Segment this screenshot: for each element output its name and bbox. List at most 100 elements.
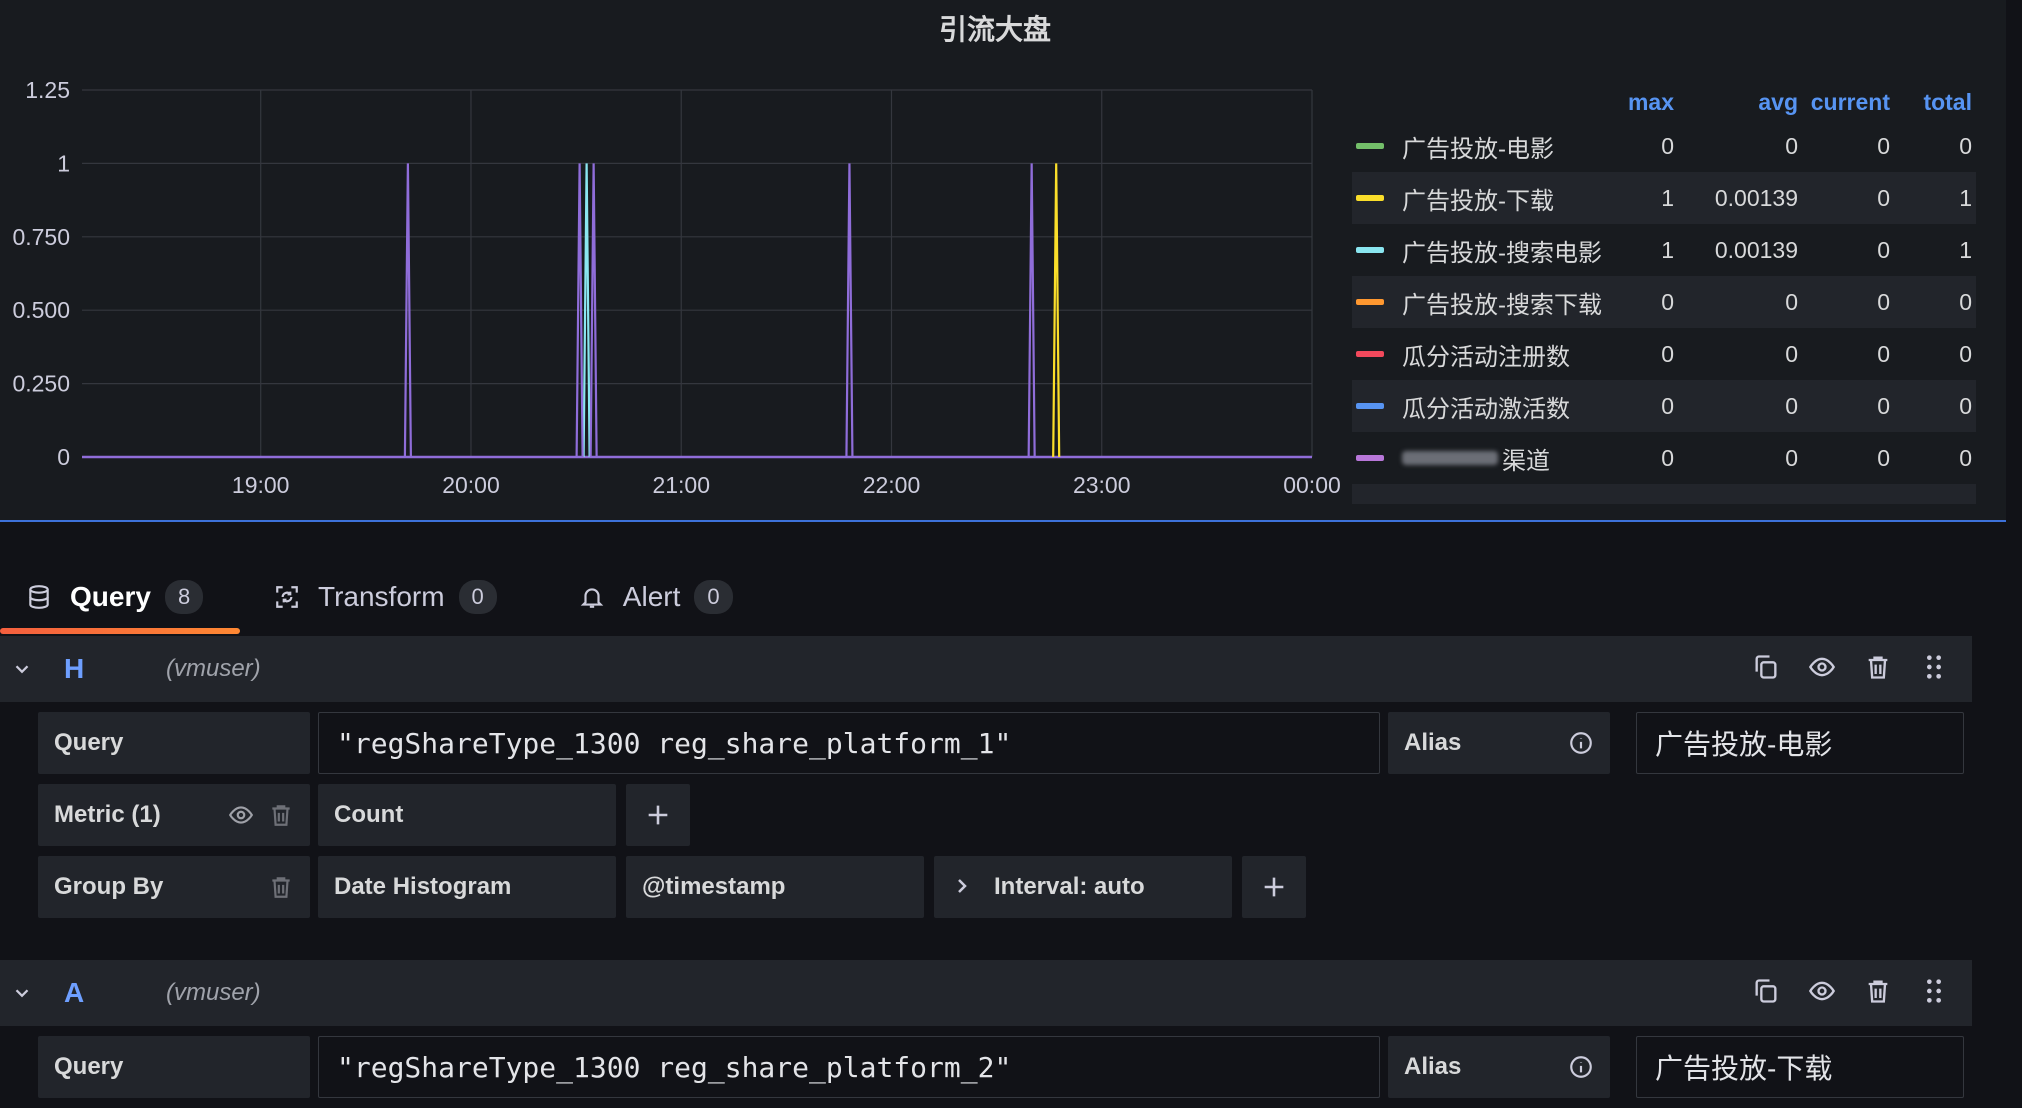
legend-row[interactable]: 瓜分活动注册数 0 0 0 0 bbox=[1352, 328, 1976, 380]
tab-alert[interactable]: Alert 0 bbox=[523, 560, 759, 634]
groupby-label: Group By bbox=[54, 873, 164, 900]
alias-label: Alias bbox=[1404, 1053, 1462, 1080]
chevron-down-icon[interactable] bbox=[0, 982, 44, 1004]
chevron-right-icon bbox=[950, 874, 976, 900]
legend-row[interactable]: 广告投放-电影 0 0 0 0 bbox=[1352, 120, 1976, 172]
query-row-header[interactable]: A (vmuser) bbox=[0, 960, 1972, 1026]
legend-series-name[interactable]: 瓜分活动注册数 bbox=[1402, 337, 1570, 372]
info-icon[interactable] bbox=[1568, 1054, 1594, 1080]
legend-series-name[interactable]: 广告投放-搜索下载 bbox=[1402, 285, 1602, 320]
tab-label: Alert bbox=[622, 581, 681, 612]
groupby-label-field: Group By bbox=[38, 856, 310, 918]
alias-label-field: Alias bbox=[1388, 712, 1610, 774]
series-color-swatch[interactable] bbox=[1356, 351, 1384, 357]
query-ref-id[interactable]: A bbox=[44, 977, 144, 1009]
x-tick-label: 20:00 bbox=[442, 472, 500, 498]
x-tick-label: 19:00 bbox=[232, 472, 290, 498]
series-color-swatch[interactable] bbox=[1356, 195, 1384, 201]
legend-header-avg[interactable]: avg bbox=[1674, 89, 1798, 116]
legend-total: 0 bbox=[1959, 444, 1972, 471]
legend-series-name[interactable]: 瓜分活动激活数 bbox=[1402, 389, 1570, 424]
query-input[interactable]: "regShareType_1300 reg_share_platform_2" bbox=[318, 1036, 1380, 1098]
tab-count-badge: 0 bbox=[458, 580, 497, 614]
metric-label-field: Metric (1) bbox=[38, 784, 310, 846]
legend-row[interactable]: 广告投放-搜索下载 0 0 0 0 bbox=[1352, 276, 1976, 328]
series-color-swatch[interactable] bbox=[1356, 455, 1384, 461]
query-ref-id[interactable]: H bbox=[44, 653, 144, 685]
trash-icon[interactable] bbox=[1864, 977, 1896, 1009]
legend-avg: 0 bbox=[1785, 132, 1798, 159]
alias-input[interactable]: 广告投放-下载 bbox=[1636, 1036, 1964, 1098]
tab-label: Transform bbox=[318, 581, 445, 612]
series-color-swatch[interactable] bbox=[1356, 403, 1384, 409]
legend-current: 0 bbox=[1877, 288, 1890, 315]
legend-row-partial[interactable] bbox=[1352, 484, 1976, 504]
legend-series-name[interactable]: 广告投放-搜索电影 bbox=[1402, 233, 1602, 268]
bucket-field-select[interactable]: @timestamp bbox=[626, 856, 924, 918]
series-color-swatch[interactable] bbox=[1356, 299, 1384, 305]
duplicate-icon[interactable] bbox=[1752, 653, 1784, 685]
trash-icon[interactable] bbox=[268, 874, 294, 900]
bucket-type-select[interactable]: Date Histogram bbox=[318, 856, 616, 918]
query-input[interactable]: "regShareType_1300 reg_share_platform_1" bbox=[318, 712, 1380, 774]
plus-icon bbox=[1264, 877, 1284, 897]
eye-icon[interactable] bbox=[1808, 977, 1840, 1009]
eye-icon[interactable] bbox=[1808, 653, 1840, 685]
legend-total: 1 bbox=[1959, 184, 1972, 211]
legend-table: max avg current total 广告投放-电影 0 0 0 0 广告… bbox=[1352, 84, 1976, 504]
query-datasource: (vmuser) bbox=[166, 655, 261, 682]
legend-header-current[interactable]: current bbox=[1798, 89, 1890, 116]
info-icon[interactable] bbox=[1568, 730, 1594, 756]
legend-header-max[interactable]: max bbox=[1612, 89, 1674, 116]
tab-query[interactable]: Query 8 bbox=[0, 560, 240, 634]
legend-series-name[interactable]: 广告投放-电影 bbox=[1402, 129, 1554, 164]
interval-label: Interval: auto bbox=[994, 873, 1145, 900]
legend-header-total[interactable]: total bbox=[1890, 89, 1972, 116]
legend-series-name[interactable]: 渠道 bbox=[1502, 441, 1550, 476]
query-row-header[interactable]: H (vmuser) bbox=[0, 636, 1972, 702]
add-bucket-button[interactable] bbox=[1242, 856, 1306, 918]
x-tick-label: 23:00 bbox=[1073, 472, 1131, 498]
x-tick-label: 00:00 bbox=[1283, 472, 1340, 498]
trash-icon[interactable] bbox=[1864, 653, 1896, 685]
legend-total: 0 bbox=[1959, 288, 1972, 315]
graph-panel: 0 0.250 0.500 0.750 1 1.25 19:00 20:00 21:00 22:0… bbox=[0, 0, 2006, 522]
legend-avg: 0.00139 bbox=[1714, 184, 1798, 211]
panel-title[interactable]: 引流大盘 bbox=[0, 8, 1990, 48]
y-tick-label: 0.750 bbox=[12, 224, 70, 250]
series-color-swatch[interactable] bbox=[1356, 143, 1384, 149]
chevron-down-icon[interactable] bbox=[0, 658, 44, 680]
tab-transform[interactable]: Transform 0 bbox=[240, 560, 523, 634]
database-icon bbox=[26, 584, 52, 610]
legend-current: 0 bbox=[1877, 392, 1890, 419]
redacted-text bbox=[1402, 451, 1498, 465]
add-metric-button[interactable] bbox=[626, 784, 690, 846]
legend-max: 0 bbox=[1661, 444, 1674, 471]
legend-row[interactable]: 广告投放-下载 1 0.00139 0 1 bbox=[1352, 172, 1976, 224]
legend-current: 0 bbox=[1877, 444, 1890, 471]
legend-series-name[interactable]: 广告投放-下载 bbox=[1402, 181, 1554, 216]
alias-input[interactable]: 广告投放-电影 bbox=[1636, 712, 1964, 774]
legend-header: max avg current total bbox=[1352, 84, 1976, 120]
drag-handle-icon[interactable] bbox=[1920, 653, 1952, 685]
duplicate-icon[interactable] bbox=[1752, 977, 1784, 1009]
metric-type-select[interactable]: Count bbox=[318, 784, 616, 846]
legend-row[interactable]: 广告投放-搜索电影 1 0.00139 0 1 bbox=[1352, 224, 1976, 276]
bell-icon bbox=[579, 584, 605, 610]
legend-total: 0 bbox=[1959, 340, 1972, 367]
interval-options-toggle[interactable]: Interval: auto bbox=[934, 856, 1232, 918]
drag-handle-icon[interactable] bbox=[1920, 977, 1952, 1009]
legend-current: 0 bbox=[1877, 132, 1890, 159]
series-color-swatch[interactable] bbox=[1356, 247, 1384, 253]
trash-icon[interactable] bbox=[268, 802, 294, 828]
legend-avg: 0 bbox=[1785, 288, 1798, 315]
tab-count-badge: 8 bbox=[164, 580, 204, 614]
alias-label-field: Alias bbox=[1388, 1036, 1610, 1098]
legend-avg: 0 bbox=[1785, 444, 1798, 471]
legend-row[interactable]: 渠道 0 0 0 0 bbox=[1352, 432, 1976, 484]
metric-label: Metric (1) bbox=[54, 801, 161, 828]
tab-label: Query bbox=[70, 581, 151, 612]
line-chart: 0 0.250 0.500 0.750 1 1.25 19:00 20:00 21:00 22:0… bbox=[12, 77, 1340, 498]
eye-icon[interactable] bbox=[228, 802, 254, 828]
legend-row[interactable]: 瓜分活动激活数 0 0 0 0 bbox=[1352, 380, 1976, 432]
